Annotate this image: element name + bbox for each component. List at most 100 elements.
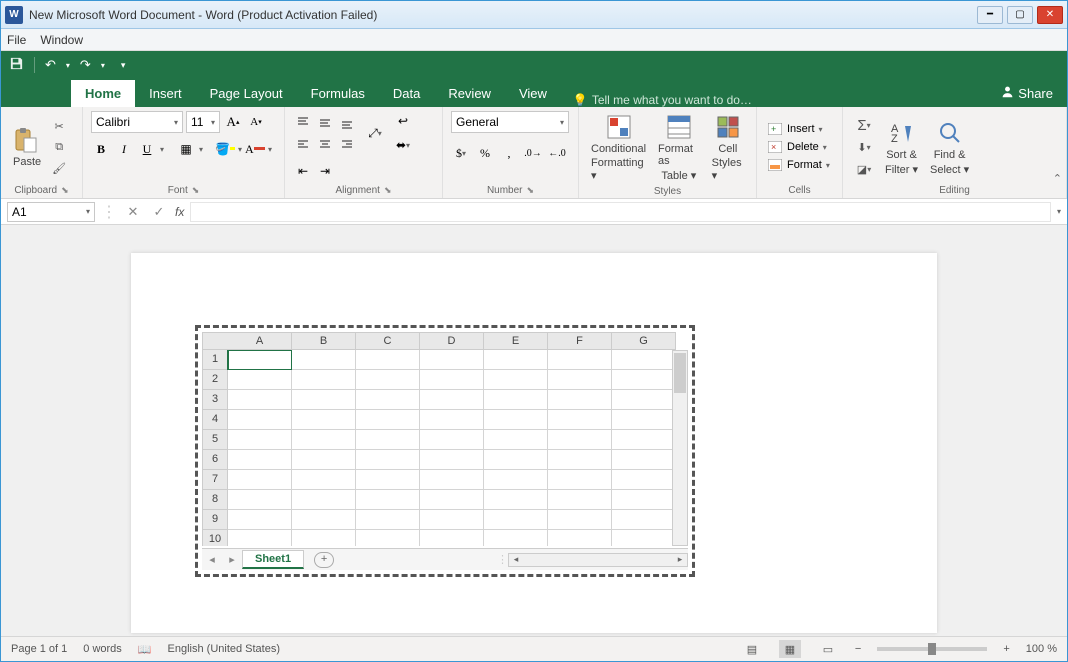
cell[interactable] <box>228 390 292 410</box>
cell[interactable] <box>356 390 420 410</box>
align-left-button[interactable] <box>293 134 313 154</box>
share-button[interactable]: Share <box>987 79 1067 107</box>
read-mode-button[interactable]: ▤ <box>741 640 763 658</box>
row-header[interactable]: 8 <box>202 490 228 510</box>
cell[interactable] <box>612 490 676 510</box>
cell[interactable] <box>420 530 484 546</box>
cell[interactable] <box>548 350 612 370</box>
bold-button[interactable]: B <box>91 139 111 159</box>
cell[interactable] <box>292 410 356 430</box>
decrease-font-button[interactable]: A▾ <box>246 112 266 132</box>
cut-button[interactable]: ✂ <box>49 117 69 135</box>
cell[interactable] <box>548 510 612 530</box>
font-launcher-icon[interactable]: ⬊ <box>192 185 200 196</box>
cell[interactable] <box>420 430 484 450</box>
cell-styles-button[interactable]: Cell Styles ▾ <box>708 111 748 184</box>
find-select-button[interactable]: Find & Select ▾ <box>926 117 973 178</box>
cell[interactable] <box>548 390 612 410</box>
minimize-button[interactable]: ━ <box>977 6 1003 24</box>
underline-button[interactable]: U <box>137 139 157 159</box>
new-sheet-button[interactable]: + <box>314 552 334 568</box>
page-indicator[interactable]: Page 1 of 1 <box>11 643 67 655</box>
tab-review[interactable]: Review <box>434 80 505 107</box>
increase-indent-button[interactable]: ⇥ <box>315 161 335 181</box>
cell[interactable] <box>612 450 676 470</box>
align-middle-button[interactable] <box>315 112 335 132</box>
cell[interactable] <box>228 490 292 510</box>
tab-home[interactable]: Home <box>71 80 135 107</box>
column-header[interactable]: C <box>356 332 420 350</box>
font-color-dropdown-icon[interactable]: ▾ <box>268 145 272 154</box>
cell[interactable] <box>612 410 676 430</box>
format-painter-button[interactable]: 🖌 <box>49 159 69 177</box>
cell[interactable] <box>484 350 548 370</box>
column-header[interactable]: G <box>612 332 676 350</box>
wrap-text-button[interactable]: ↩ <box>393 111 413 131</box>
number-format-combo[interactable]: General▾ <box>451 111 569 133</box>
zoom-slider[interactable] <box>877 647 987 651</box>
orientation-button[interactable]: ⤢▾ <box>365 123 385 143</box>
tab-nav-prev[interactable]: ◂ <box>202 553 222 566</box>
cell[interactable] <box>292 450 356 470</box>
cell[interactable] <box>356 350 420 370</box>
row-header[interactable]: 7 <box>202 470 228 490</box>
fill-color-button[interactable]: 🪣 <box>215 139 235 159</box>
web-layout-button[interactable]: ▭ <box>817 640 839 658</box>
maximize-button[interactable]: ▢ <box>1007 6 1033 24</box>
zoom-out-button[interactable]: − <box>855 643 861 655</box>
row-header[interactable]: 1 <box>202 350 228 370</box>
save-icon[interactable] <box>9 56 24 74</box>
cell[interactable] <box>484 470 548 490</box>
column-header[interactable]: E <box>484 332 548 350</box>
cell[interactable] <box>228 530 292 546</box>
cell[interactable] <box>292 430 356 450</box>
cell[interactable] <box>292 370 356 390</box>
name-box[interactable]: A1▾ <box>7 202 95 222</box>
scroll-left-icon[interactable]: ◂ <box>509 554 523 565</box>
cell[interactable] <box>548 530 612 546</box>
number-launcher-icon[interactable]: ⬊ <box>527 185 535 196</box>
delete-cells-button[interactable]: ×Delete▾ <box>765 139 832 155</box>
cell[interactable] <box>420 490 484 510</box>
cell[interactable] <box>356 470 420 490</box>
decrease-decimal-button[interactable]: ←.0 <box>547 143 567 163</box>
formula-input[interactable] <box>190 202 1051 222</box>
sort-filter-button[interactable]: AZ Sort & Filter ▾ <box>881 117 922 178</box>
column-header[interactable]: D <box>420 332 484 350</box>
column-header[interactable]: F <box>548 332 612 350</box>
conditional-formatting-button[interactable]: Conditional Formatting ▾ <box>587 111 650 184</box>
align-bottom-button[interactable] <box>337 112 357 132</box>
autosum-button[interactable]: Σ▾ <box>851 116 877 134</box>
font-name-combo[interactable]: Calibri▾ <box>91 111 183 133</box>
tab-data[interactable]: Data <box>379 80 434 107</box>
menu-window[interactable]: Window <box>40 33 83 47</box>
increase-font-button[interactable]: A▴ <box>223 112 243 132</box>
cell[interactable] <box>548 370 612 390</box>
spell-check-icon[interactable]: 📖 <box>138 643 152 656</box>
cell[interactable] <box>548 470 612 490</box>
cell[interactable] <box>420 350 484 370</box>
cell[interactable] <box>228 350 292 370</box>
cell[interactable] <box>356 370 420 390</box>
cell[interactable] <box>356 530 420 546</box>
customize-qat-icon[interactable]: ▾ <box>121 60 126 71</box>
cell[interactable] <box>356 430 420 450</box>
column-header[interactable]: B <box>292 332 356 350</box>
cell[interactable] <box>292 490 356 510</box>
cell[interactable] <box>292 510 356 530</box>
cell[interactable] <box>228 430 292 450</box>
cell[interactable] <box>484 390 548 410</box>
cell[interactable] <box>420 390 484 410</box>
cell[interactable] <box>612 470 676 490</box>
cell[interactable] <box>228 450 292 470</box>
alignment-launcher-icon[interactable]: ⬊ <box>384 185 392 196</box>
cell[interactable] <box>548 430 612 450</box>
redo-icon[interactable]: ↷ <box>80 57 91 73</box>
cell[interactable] <box>548 450 612 470</box>
font-size-combo[interactable]: 11▾ <box>186 111 220 133</box>
cell[interactable] <box>612 350 676 370</box>
language-indicator[interactable]: English (United States) <box>168 643 281 655</box>
borders-dropdown-icon[interactable]: ▾ <box>199 145 203 154</box>
zoom-knob[interactable] <box>928 643 936 655</box>
collapse-ribbon-button[interactable]: ⌃ <box>1053 172 1062 185</box>
